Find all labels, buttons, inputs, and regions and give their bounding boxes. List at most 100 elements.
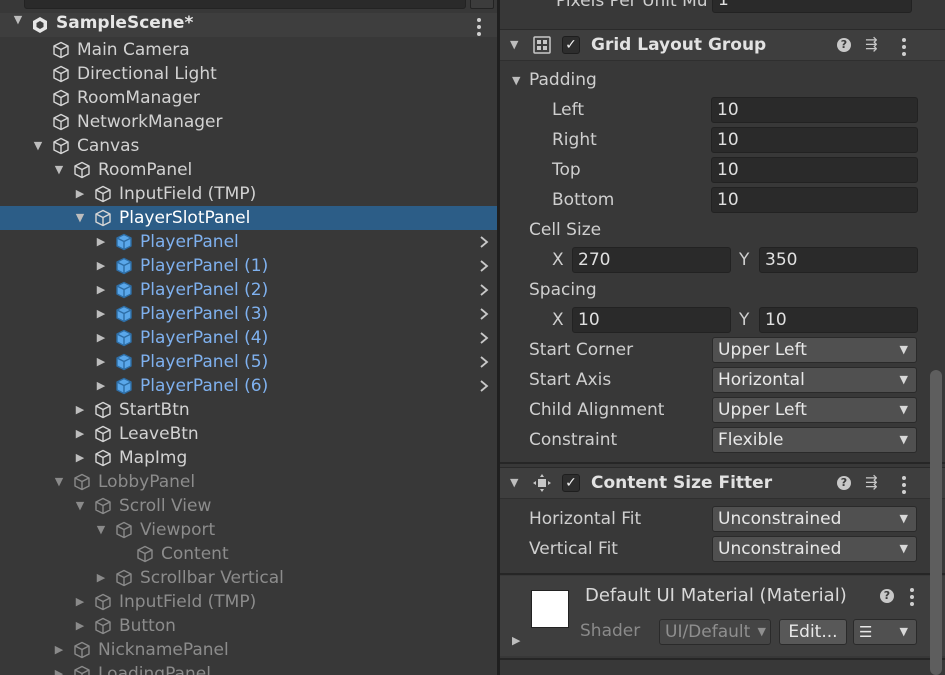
expand-arrow-icon[interactable]: ▼ — [74, 206, 86, 230]
hierarchy-row[interactable]: Directional Light — [0, 62, 497, 86]
content-size-fitter-enabled-checkbox[interactable]: ✓ — [562, 474, 580, 492]
collapse-arrow-icon[interactable]: ▶ — [95, 566, 107, 590]
help-icon[interactable]: ? — [837, 38, 851, 52]
hierarchy-row[interactable]: ▶ MapImg — [0, 446, 497, 470]
hierarchy-row[interactable]: Main Camera — [0, 38, 497, 62]
hierarchy-row[interactable]: ▶ PlayerPanel (3) — [0, 302, 497, 326]
hierarchy-row[interactable]: ▶ PlayerPanel — [0, 230, 497, 254]
collapse-arrow-icon[interactable]: ▶ — [95, 302, 107, 326]
padding-top-field[interactable]: 10 — [711, 157, 918, 183]
chevron-right-icon[interactable] — [477, 230, 491, 254]
hierarchy-row[interactable]: ▶ PlayerPanel (6) — [0, 374, 497, 398]
child-alignment-dropdown[interactable]: Upper Left ▼ — [712, 397, 917, 423]
collapse-arrow-icon[interactable]: ▶ — [53, 662, 65, 675]
collapse-arrow-icon[interactable]: ▶ — [74, 446, 86, 470]
content-size-fitter-header[interactable]: ▼ ✓ Content Size Fitter ? ⇶ — [500, 467, 945, 499]
expand-arrow-icon[interactable]: ▼ — [53, 470, 65, 494]
padding-bottom-field[interactable]: 10 — [711, 187, 918, 213]
hierarchy-row[interactable]: ▶ PlayerPanel (5) — [0, 350, 497, 374]
hierarchy-row[interactable]: ▶ PlayerPanel (1) — [0, 254, 497, 278]
hierarchy-row[interactable]: RoomManager — [0, 86, 497, 110]
shader-options-dropdown[interactable]: ☰ ▼ — [853, 619, 917, 645]
material-foldout-arrow-icon[interactable]: ▶ — [512, 634, 520, 647]
start-axis-dropdown[interactable]: Horizontal ▼ — [712, 367, 917, 393]
collapse-arrow-icon[interactable]: ▶ — [95, 230, 107, 254]
collapse-arrow-icon[interactable]: ▼ — [510, 476, 518, 489]
vertical-fit-label: Vertical Fit — [529, 539, 618, 559]
chevron-right-icon[interactable] — [477, 278, 491, 302]
collapse-arrow-icon[interactable]: ▶ — [53, 638, 65, 662]
presets-icon[interactable]: ⇶ — [865, 35, 878, 53]
pixels-per-unit-field[interactable]: 1 — [712, 0, 912, 13]
hierarchy-row[interactable]: ▶ Scrollbar Vertical — [0, 566, 497, 590]
collapse-arrow-icon[interactable]: ▶ — [95, 278, 107, 302]
collapse-arrow-icon[interactable]: ▶ — [74, 422, 86, 446]
material-menu-icon[interactable] — [910, 588, 914, 609]
hierarchy-row[interactable]: NetworkManager — [0, 110, 497, 134]
hierarchy-row[interactable]: ▶ StartBtn — [0, 398, 497, 422]
hierarchy-search-input[interactable] — [24, 0, 466, 9]
collapse-arrow-icon[interactable]: ▼ — [510, 38, 518, 51]
padding-foldout-arrow-icon[interactable]: ▼ — [512, 74, 520, 87]
chevron-right-icon[interactable] — [477, 350, 491, 374]
start-corner-dropdown[interactable]: Upper Left ▼ — [712, 337, 917, 363]
hierarchy-row[interactable]: ▼ Canvas — [0, 134, 497, 158]
prefab-cube-icon — [116, 377, 132, 395]
hierarchy-row[interactable]: ▼ LobbyPanel — [0, 470, 497, 494]
spacing-y-field[interactable]: 10 — [759, 307, 918, 333]
collapse-arrow-icon[interactable]: ▶ — [95, 350, 107, 374]
scene-menu-icon[interactable] — [477, 18, 481, 39]
padding-left-field[interactable]: 10 — [711, 97, 918, 123]
expand-arrow-icon[interactable]: ▼ — [74, 494, 86, 518]
help-icon[interactable]: ? — [837, 476, 851, 490]
search-options-button[interactable] — [470, 0, 494, 9]
hierarchy-row[interactable]: ▶ InputField (TMP) — [0, 590, 497, 614]
expand-arrow-icon[interactable]: ▼ — [53, 158, 65, 182]
collapse-arrow-icon[interactable]: ▶ — [74, 182, 86, 206]
material-preview-thumbnail[interactable] — [531, 590, 569, 628]
constraint-dropdown[interactable]: Flexible ▼ — [712, 427, 917, 453]
hierarchy-row[interactable]: Content — [0, 542, 497, 566]
collapse-arrow-icon[interactable]: ▶ — [95, 326, 107, 350]
expand-arrow-icon[interactable]: ▼ — [95, 518, 107, 542]
grid-layout-enabled-checkbox[interactable]: ✓ — [562, 36, 580, 54]
hierarchy-row[interactable]: ▶ PlayerPanel (4) — [0, 326, 497, 350]
collapse-arrow-icon[interactable]: ▶ — [74, 590, 86, 614]
collapse-arrow-icon[interactable]: ▶ — [74, 614, 86, 638]
presets-icon[interactable]: ⇶ — [865, 473, 878, 491]
hierarchy-row[interactable]: ▼ RoomPanel — [0, 158, 497, 182]
spacing-x-field[interactable]: 10 — [572, 307, 731, 333]
cell-size-x-field[interactable]: 270 — [572, 247, 731, 273]
hierarchy-row[interactable]: ▼ Viewport — [0, 518, 497, 542]
chevron-right-icon[interactable] — [477, 302, 491, 326]
hierarchy-row-label: RoomPanel — [98, 160, 193, 180]
inspector-scrollbar[interactable] — [930, 370, 942, 675]
grid-layout-group-header[interactable]: ▼ ✓ Grid Layout Group ? ⇶ — [500, 29, 945, 61]
collapse-arrow-icon[interactable]: ▶ — [95, 254, 107, 278]
hierarchy-row[interactable]: ▶ LeaveBtn — [0, 422, 497, 446]
edit-shader-button[interactable]: Edit... — [779, 619, 847, 645]
hierarchy-row[interactable]: ▼ PlayerSlotPanel — [0, 206, 497, 230]
hierarchy-row[interactable]: ▶ NicknamePanel — [0, 638, 497, 662]
collapse-arrow-icon[interactable]: ▶ — [95, 374, 107, 398]
hierarchy-row[interactable]: ▶ PlayerPanel (2) — [0, 278, 497, 302]
horizontal-fit-dropdown[interactable]: Unconstrained ▼ — [712, 506, 917, 532]
vertical-fit-dropdown[interactable]: Unconstrained ▼ — [712, 536, 917, 562]
shader-dropdown[interactable]: UI/Default ▼ — [659, 619, 771, 645]
hierarchy-row[interactable]: ▶ LoadingPanel — [0, 662, 497, 675]
hierarchy-row[interactable]: ▶ InputField (TMP) — [0, 182, 497, 206]
help-icon[interactable]: ? — [880, 589, 894, 603]
chevron-right-icon[interactable] — [477, 374, 491, 398]
collapse-arrow-icon[interactable]: ▶ — [74, 398, 86, 422]
padding-right-field[interactable]: 10 — [711, 127, 918, 153]
hierarchy-row[interactable]: ▼ Scroll View — [0, 494, 497, 518]
component-menu-icon[interactable] — [902, 38, 906, 59]
chevron-right-icon[interactable] — [477, 254, 491, 278]
expand-arrow-icon[interactable]: ▼ — [12, 13, 24, 37]
component-menu-icon[interactable] — [902, 476, 906, 497]
expand-arrow-icon[interactable]: ▼ — [32, 134, 44, 158]
hierarchy-row[interactable]: ▶ Button — [0, 614, 497, 638]
chevron-right-icon[interactable] — [477, 326, 491, 350]
cell-size-y-field[interactable]: 350 — [759, 247, 918, 273]
scene-row[interactable]: ▼ SampleScene* — [0, 13, 497, 37]
